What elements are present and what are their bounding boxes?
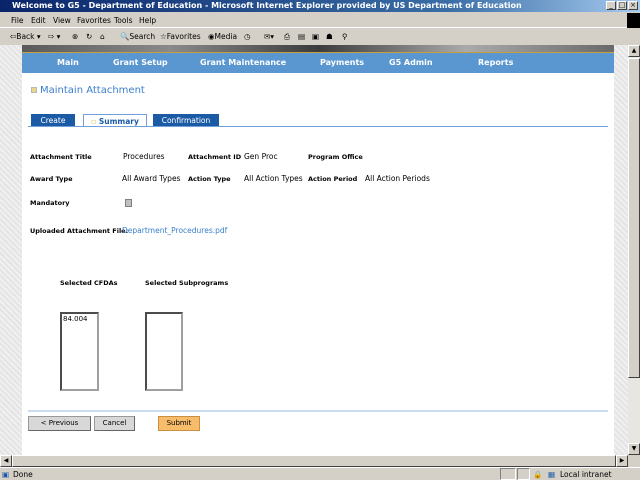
close-button[interactable]: × (628, 1, 638, 10)
status-pane (517, 468, 530, 480)
action-type-value: All Action Types (244, 174, 303, 183)
list-item[interactable]: 84.004 (63, 315, 96, 323)
nav-reports[interactable]: Reports (478, 58, 513, 67)
mandatory-checkbox[interactable] (125, 199, 132, 207)
award-type-label: Award Type (30, 175, 73, 183)
menu-help[interactable]: Help (139, 16, 156, 25)
nav-grant-maintenance[interactable]: Grant Maintenance (200, 58, 286, 67)
banner-image (22, 45, 614, 53)
heading-bullet-icon (31, 87, 37, 93)
uploaded-file-label: Uploaded Attachment File: (30, 227, 129, 235)
menu-tools[interactable]: Tools (114, 16, 132, 25)
print-icon[interactable]: ⎙ (284, 32, 290, 42)
scroll-right-icon[interactable]: ▶ (616, 455, 628, 467)
research-icon[interactable]: ⚲ (342, 32, 348, 41)
zone-text: Local intranet (560, 470, 612, 479)
subprograms-label: Selected Subprograms (145, 279, 229, 287)
stop-icon[interactable]: ⊗ (72, 32, 78, 41)
horizontal-scroll-thumb[interactable] (12, 455, 616, 467)
mail-icon[interactable]: ✉▾ (264, 32, 274, 41)
discuss-icon[interactable]: ▣ (312, 32, 319, 41)
award-type-value: All Award Types (122, 174, 181, 183)
status-text: Done (13, 470, 33, 479)
minimize-button[interactable]: _ (606, 1, 616, 10)
tab-bullet-icon: ▫ (91, 117, 99, 126)
nav-payments[interactable]: Payments (320, 58, 364, 67)
page-title: Maintain Attachment (40, 85, 145, 96)
cfda-label: Selected CFDAs (60, 279, 118, 287)
media-button[interactable]: ◉Media (208, 32, 237, 41)
menu-view[interactable]: View (53, 16, 71, 25)
back-button[interactable]: ⇦Back ▾ (10, 32, 41, 41)
menu-edit[interactable]: Edit (31, 16, 46, 25)
nav-grant-setup[interactable]: Grant Setup (113, 58, 168, 67)
nav-g5-admin[interactable]: G5 Admin (389, 58, 433, 67)
scroll-left-icon[interactable]: ◀ (0, 455, 12, 467)
attachment-id-value: Gen Proc (244, 152, 278, 161)
menu-file[interactable]: File (11, 16, 24, 25)
windows-logo-icon (627, 13, 640, 28)
maximize-button[interactable]: □ (617, 1, 627, 10)
cancel-button[interactable]: Cancel (94, 416, 135, 431)
history-icon[interactable]: ◷ (244, 32, 251, 41)
messenger-icon[interactable]: ☗ (326, 32, 333, 41)
action-period-label: Action Period (308, 175, 358, 183)
attachment-title-label: Attachment Title (30, 153, 92, 161)
attachment-title-value: Procedures (123, 152, 165, 161)
edit-icon[interactable]: ▤ (298, 32, 305, 41)
home-icon[interactable]: ⌂ (100, 32, 105, 41)
status-bar: ▣ Done 🔒 ▦ Local intranet (0, 467, 640, 480)
action-period-value: All Action Periods (365, 174, 430, 183)
refresh-icon[interactable]: ↻ (86, 32, 92, 41)
menu-favorites[interactable]: Favorites (77, 16, 111, 25)
page-margin-left (0, 45, 22, 455)
scroll-down-icon[interactable]: ▼ (628, 443, 640, 455)
window-title: Welcome to G5 - Department of Education … (0, 0, 640, 12)
uploaded-file-link[interactable]: Department_Procedures.pdf (122, 226, 227, 235)
main-nav: Main Grant Setup Grant Maintenance Payme… (22, 53, 614, 73)
action-type-label: Action Type (188, 175, 231, 183)
page-icon: ▣ (2, 470, 10, 479)
scroll-up-icon[interactable]: ▲ (628, 45, 640, 57)
subprograms-listbox[interactable] (145, 312, 183, 391)
cfda-listbox[interactable]: 84.004 (60, 312, 99, 391)
page-margin-right (614, 45, 628, 455)
page-content (22, 45, 614, 455)
lock-icon: 🔒 (533, 470, 543, 479)
mandatory-label: Mandatory (30, 199, 70, 207)
vertical-scroll-thumb[interactable] (628, 58, 640, 378)
program-office-label: Program Office (308, 153, 363, 161)
divider (28, 410, 608, 412)
menu-bar: File Edit View Favorites Tools Help (0, 13, 640, 28)
search-button[interactable]: 🔍Search (120, 32, 155, 41)
toolbar: ⇦Back ▾ ⇨ ▾ ⊗ ↻ ⌂ 🔍Search ☆Favorites ◉Me… (0, 29, 640, 45)
intranet-icon: ▦ (548, 470, 556, 479)
nav-main[interactable]: Main (57, 58, 79, 67)
favorites-button[interactable]: ☆Favorites (160, 32, 201, 41)
forward-button[interactable]: ⇨ ▾ (48, 32, 60, 41)
tab-divider (28, 126, 608, 127)
attachment-id-label: Attachment ID (188, 153, 242, 161)
submit-button[interactable]: Submit (158, 416, 200, 431)
previous-button[interactable]: < Previous (28, 416, 91, 431)
status-pane (500, 468, 516, 480)
